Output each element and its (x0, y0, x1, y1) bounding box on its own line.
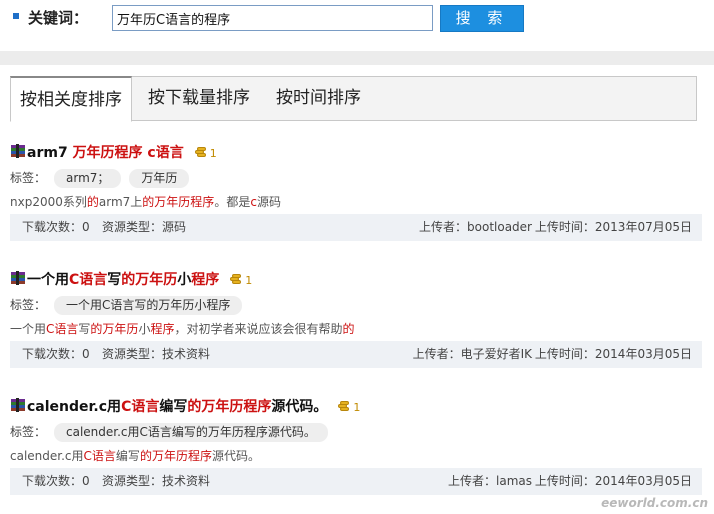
description-segment: 的万年历程序 (139, 449, 212, 463)
tag-chip[interactable]: 一个用C语言写的万年历小程序 (54, 296, 243, 315)
title-segment: 写 (107, 272, 122, 288)
title-segment: 程序 (191, 272, 220, 288)
coin-count: 1 (209, 147, 217, 160)
tags-label: 标签： (10, 171, 47, 185)
divider-band (0, 51, 714, 65)
coin-icon (194, 147, 207, 158)
description-segment: 的 (342, 322, 355, 336)
coin-icon (337, 401, 350, 412)
description-segment: 编写 (115, 449, 140, 463)
description-segment: 的 (86, 195, 99, 209)
description-segment: 的万年历程序 (142, 195, 215, 209)
title-segment: 小 (177, 272, 192, 288)
description-segment: nxp2000系列 (10, 195, 87, 209)
description-segment: 源代码。 (211, 449, 260, 463)
resource-type: 资源类型：技术资料 (102, 474, 211, 488)
description-segment: 的万年历 (90, 322, 139, 336)
description-segment: C语言 (46, 322, 79, 336)
description-segment: 。都是 (214, 195, 251, 209)
result-title-link[interactable]: 一个用C语言写的万年历小程序 1 (10, 270, 252, 290)
keyword-label: 关键词： (28, 9, 89, 27)
tags-label: 标签： (10, 425, 47, 439)
tags-label: 标签： (10, 298, 47, 312)
uploader[interactable]: 上传者：lamas (448, 468, 532, 495)
archive-file-icon (10, 271, 26, 286)
title-segment: C语言 (69, 272, 108, 288)
search-button[interactable]: 搜 索 (440, 5, 524, 32)
title-segment: 编写 (159, 399, 188, 415)
site-watermark: eeworld.com.cn (601, 496, 708, 510)
title-segment: 一个用 (27, 272, 69, 288)
title-segment: 万年历程序 c语言 (72, 145, 184, 161)
upload-time: 上传时间：2013年07月05日 (534, 220, 692, 234)
upload-time: 上传时间：2014年03月05日 (534, 474, 692, 488)
result-meta-bar: 下载次数：0 资源类型：源码 上传者：bootloader 上传时间：2013年07月… (10, 214, 702, 241)
description-segment: 源码 (256, 195, 281, 209)
bullet-icon (13, 13, 19, 19)
description-segment: calender.c用 (10, 449, 84, 463)
title-segment: 源代码。 (271, 399, 328, 415)
title-segment: C语言 (121, 399, 160, 415)
coin-count: 1 (353, 401, 361, 414)
description-segment: 写 (78, 322, 91, 336)
title-segment: arm7 (27, 145, 73, 161)
search-input[interactable] (112, 5, 433, 31)
result-title-link[interactable]: calender.c用C语言编写的万年历程序源代码。 1 (10, 397, 360, 417)
tag-chip[interactable]: 万年历 (129, 169, 190, 188)
uploader[interactable]: 上传者：bootloader (419, 214, 532, 241)
result-meta-bar: 下载次数：0 资源类型：技术资料 上传者：电子爱好者IK 上传时间：2014年03月0… (10, 341, 702, 368)
description-segment: 程序 (150, 322, 175, 336)
tab-sort-time[interactable]: 按时间排序 (267, 76, 370, 122)
download-count: 下载次数：0 (22, 220, 90, 234)
resource-type: 资源类型：源码 (102, 220, 187, 234)
description-segment: c (250, 195, 257, 209)
description-segment: arm7上 (98, 195, 143, 209)
title-segment: 的万年历程序 (187, 399, 272, 415)
title-segment: 的万年历 (121, 272, 178, 288)
result-tags: 标签： 一个用C语言写的万年历小程序 (10, 295, 243, 315)
result-description: 一个用C语言写的万年历小程序，对初学者来说应该会很有帮助的 (10, 321, 355, 337)
result-tags: 标签： arm7； 万年历 (10, 168, 190, 188)
download-count: 下载次数：0 (22, 347, 90, 361)
tag-chip[interactable]: arm7； (54, 169, 122, 188)
search-bar: 关键词： 搜 索 (0, 0, 714, 40)
description-segment: C语言 (83, 449, 116, 463)
tab-sort-downloads[interactable]: 按下载量排序 (139, 76, 259, 122)
uploader[interactable]: 上传者：电子爱好者IK (413, 341, 532, 368)
result-description: calender.c用C语言编写的万年历程序源代码。 (10, 448, 260, 464)
sort-tabs: 按相关度排序 按下载量排序 按时间排序 (10, 76, 697, 122)
result-description: nxp2000系列的arm7上的万年历程序。都是c源码 (10, 194, 281, 210)
result-title-link[interactable]: arm7 万年历程序 c语言 1 (10, 143, 217, 163)
tag-chip[interactable]: calender.c用C语言编写的万年历程序源代码。 (54, 423, 328, 442)
download-count: 下载次数：0 (22, 474, 90, 488)
description-segment: 小 (138, 322, 151, 336)
archive-file-icon (10, 144, 26, 159)
title-segment: calender.c用 (27, 399, 122, 415)
result-tags: 标签： calender.c用C语言编写的万年历程序源代码。 (10, 422, 328, 442)
coin-count: 1 (245, 274, 253, 287)
result-meta-bar: 下载次数：0 资源类型：技术资料 上传者：lamas 上传时间：2014年03月05日 (10, 468, 702, 495)
description-segment: 一个用 (10, 322, 47, 336)
archive-file-icon (10, 398, 26, 413)
resource-type: 资源类型：技术资料 (102, 347, 211, 361)
upload-time: 上传时间：2014年03月05日 (534, 347, 692, 361)
tab-sort-relevance[interactable]: 按相关度排序 (10, 76, 132, 122)
coin-icon (229, 274, 242, 285)
description-segment: ，对初学者来说应该会很有帮助 (174, 322, 343, 336)
